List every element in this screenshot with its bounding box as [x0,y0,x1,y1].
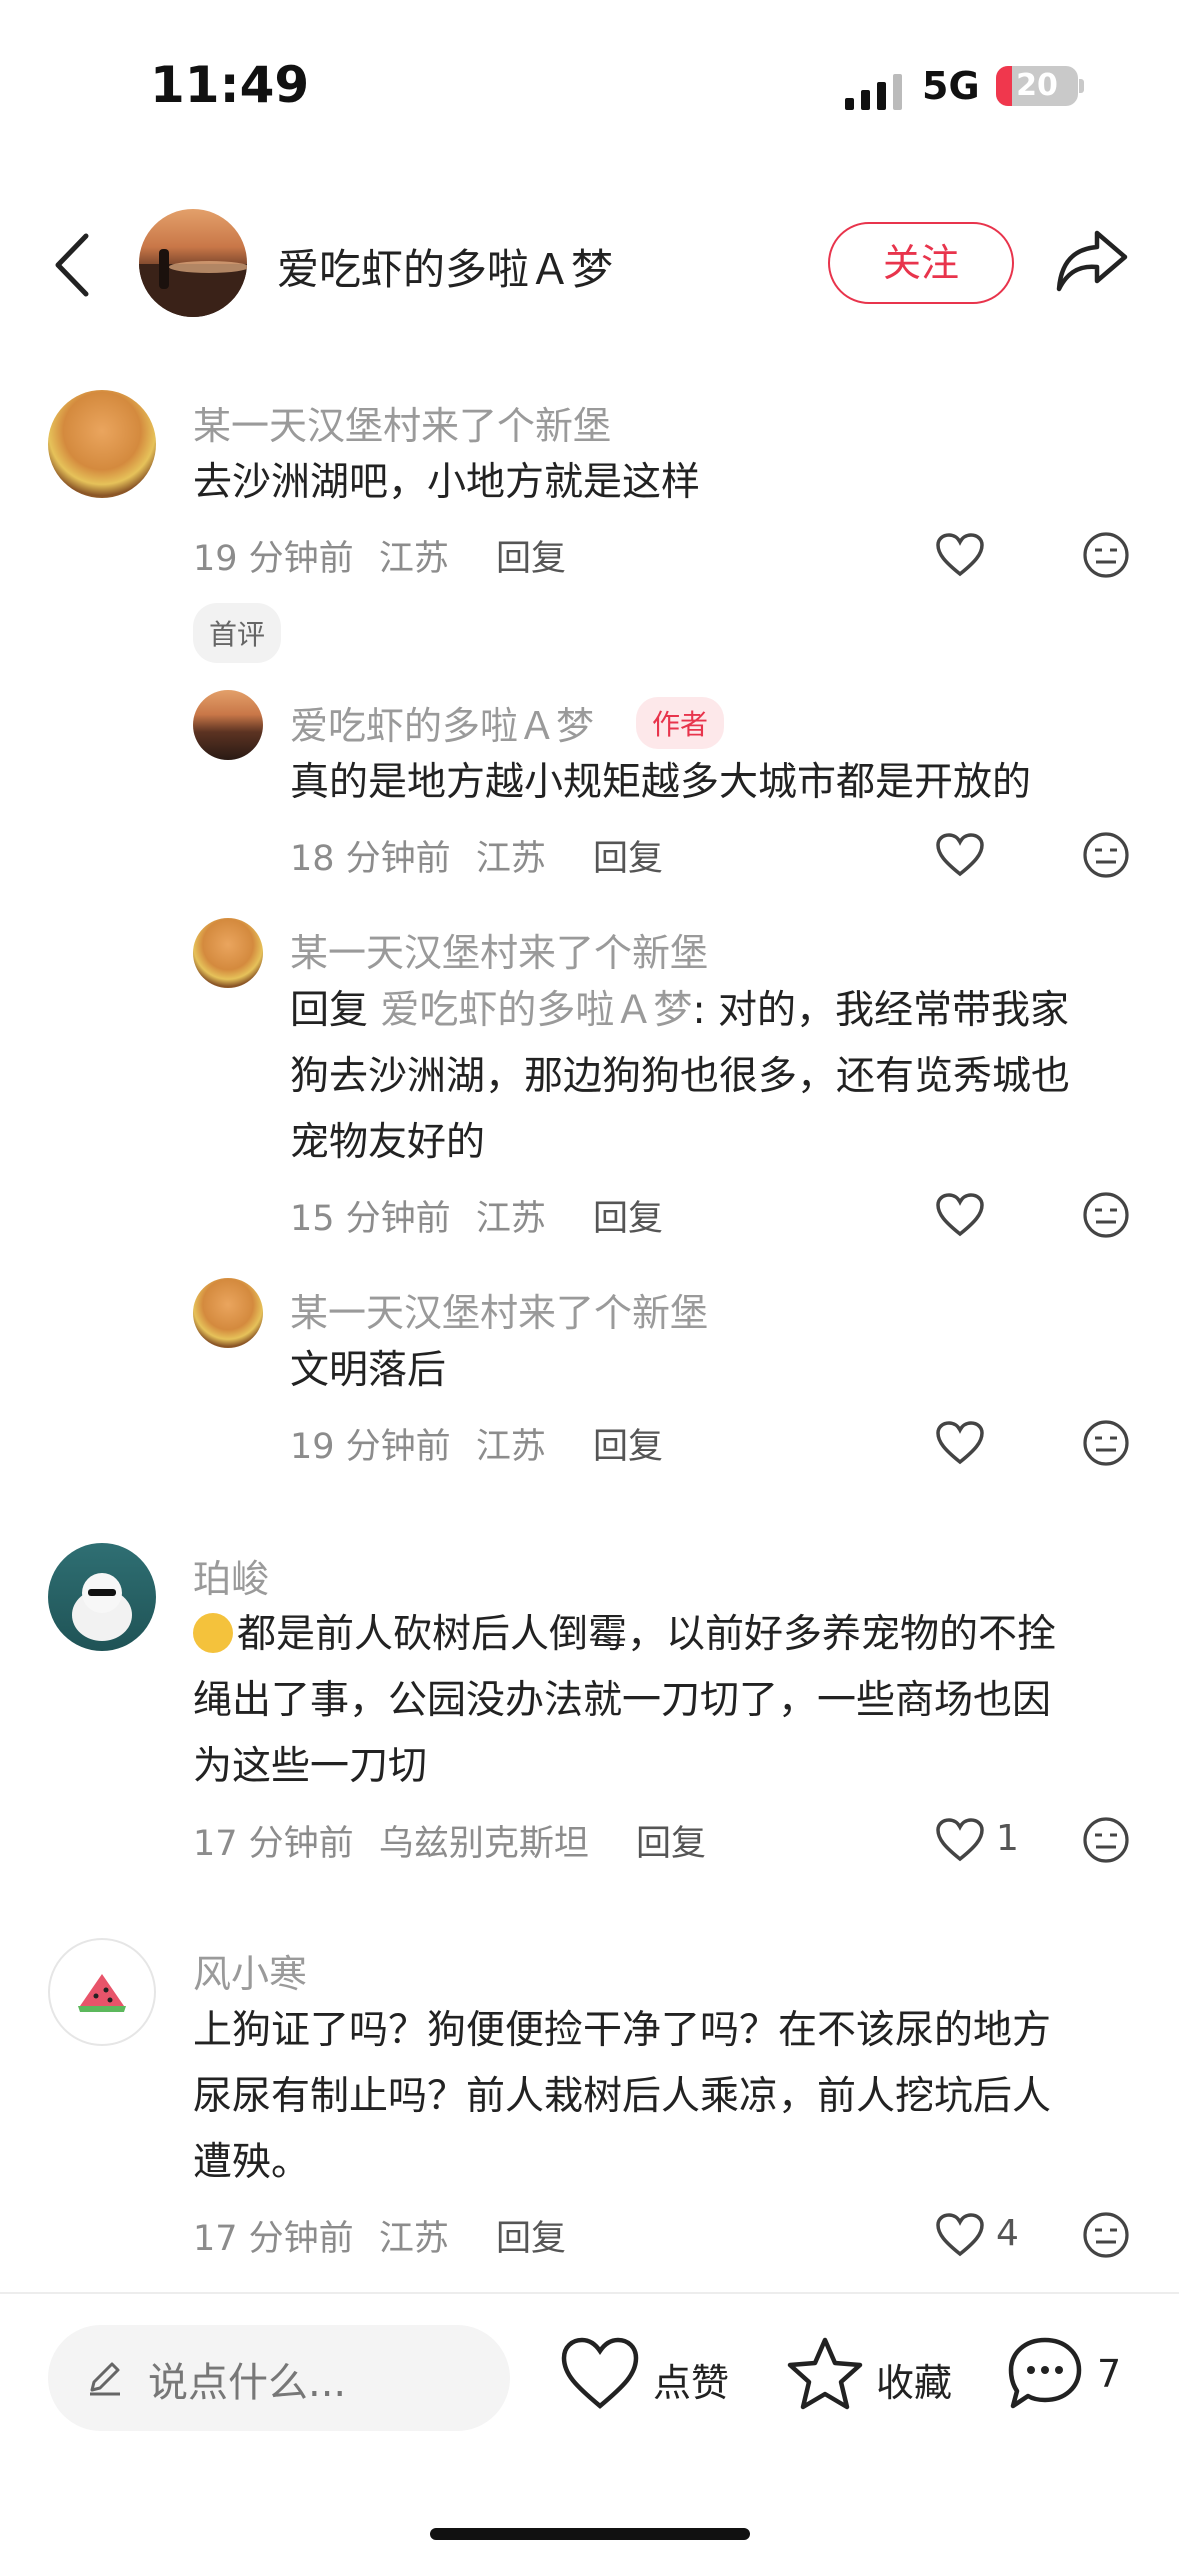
reply-meta: 15 分钟前 江苏 回复 [290,1190,663,1241]
comment-count[interactable]: 7 [1097,2352,1121,2396]
commenter-avatar[interactable] [48,1938,156,2046]
heart-icon[interactable] [935,1420,985,1466]
author-tag: 作者 [636,697,725,749]
meh-face-icon[interactable] [1082,1816,1130,1864]
reply-button[interactable]: 回复 [593,1427,663,1467]
meh-face-icon[interactable] [1082,2211,1130,2259]
meh-face-icon[interactable] [1082,831,1130,879]
reply-username[interactable]: 某一天汉堡村来了个新堡 [290,922,708,977]
comment-username[interactable]: 珀峻 [193,1548,269,1603]
reply-text-line: 狗去沙洲湖，那边狗狗也很多，还有览秀城也 [290,1054,1071,1099]
comment-text-line: 上狗证了吗？狗便便捡干净了吗？在不该尿的地方 [193,2008,1052,2053]
heart-icon[interactable] [935,1817,985,1863]
star-icon[interactable] [785,2334,865,2414]
reply-button[interactable]: 回复 [593,839,663,879]
comment-username[interactable]: 某一天汉堡村来了个新堡 [193,395,611,450]
commenter-avatar[interactable] [48,1543,156,1651]
reply-avatar[interactable] [193,690,263,760]
like-heart-icon[interactable] [560,2336,640,2412]
comment-bubble-icon[interactable] [1005,2334,1085,2414]
reply-button[interactable]: 回复 [636,1824,706,1864]
reply-button[interactable]: 回复 [496,539,566,579]
reply-text: 真的是地方越小规矩越多大城市都是开放的 [290,760,1032,805]
home-indicator[interactable] [430,2528,750,2540]
heart-icon[interactable] [935,2212,985,2258]
comment-time: 19 分钟前 [193,539,354,579]
meh-face-icon[interactable] [1082,1419,1130,1467]
comment-meta: 19 分钟前 江苏 回复 [193,530,566,581]
reply-location: 江苏 [475,1199,546,1239]
follow-button[interactable]: 关注 [828,222,1014,304]
heart-icon[interactable] [935,532,985,578]
reply-time: 18 分钟前 [290,839,451,879]
battery-tip [1079,79,1084,93]
reply-username[interactable]: 爱吃虾的多啦Ａ梦 [290,695,594,750]
network-type: 5G [922,64,980,108]
heart-icon[interactable] [935,832,985,878]
comment-username[interactable]: 风小寒 [193,1943,307,1998]
reply-username[interactable]: 某一天汉堡村来了个新堡 [290,1282,708,1337]
comment-meta: 17 分钟前 乌兹别克斯坦 回复 [193,1815,706,1866]
comment-location: 江苏 [378,539,449,579]
reply-prefix: 回复 [290,988,369,1033]
like-count: 4 [996,2213,1019,2254]
reply-location: 江苏 [475,1427,546,1467]
reply-to-user[interactable]: 爱吃虾的多啦Ａ梦 [380,988,692,1033]
comment-text: 上狗证了吗？狗便便捡干净了吗？在不该尿的地方 尿尿有制止吗？前人栽树后人乘凉，前… [193,1998,1153,2196]
battery-indicator: 20 [996,66,1078,106]
heart-icon[interactable] [935,1192,985,1238]
back-chevron-icon[interactable] [50,230,94,300]
reply-meta: 19 分钟前 江苏 回复 [290,1418,663,1469]
author-avatar[interactable] [139,209,247,317]
meh-face-icon[interactable] [1082,1191,1130,1239]
comment-location: 乌兹别克斯坦 [378,1824,589,1864]
comment-time: 17 分钟前 [193,2219,354,2259]
status-time: 11:49 [150,56,310,114]
comment-text: 都是前人砍树后人倒霉，以前好多养宠物的不拴 绳出了事，公园没办法就一刀切了，一些… [193,1602,1153,1800]
reply-button[interactable]: 回复 [496,2219,566,2259]
reply-text-part: 对的，我经常带我家 [717,988,1069,1033]
comment-location: 江苏 [378,2219,449,2259]
signal-icon [845,74,902,110]
comment-text-line: 为这些一刀切 [193,1744,428,1789]
collect-label[interactable]: 收藏 [876,2352,952,2407]
reply-time: 19 分钟前 [290,1427,451,1467]
reply-avatar[interactable] [193,1278,263,1348]
like-label[interactable]: 点赞 [653,2352,729,2407]
bottom-divider [0,2292,1179,2294]
comment-input-placeholder[interactable]: 说点什么... [148,2350,346,2408]
reply-text: 回复 爱吃虾的多啦Ａ梦: 对的，我经常带我家 狗去沙洲湖，那边狗狗也很多，还有览… [290,978,1150,1176]
first-comment-tag: 首评 [193,603,282,663]
pencil-icon [90,2362,120,2396]
reply-location: 江苏 [475,839,546,879]
comment-text-line: 绳出了事，公园没办法就一刀切了，一些商场也因 [193,1678,1052,1723]
comment-text: 去沙洲湖吧，小地方就是这样 [193,460,701,505]
reply-meta: 18 分钟前 江苏 回复 [290,830,663,881]
commenter-avatar[interactable] [48,390,156,498]
reply-text-line: 宠物友好的 [290,1120,486,1165]
reply-time: 15 分钟前 [290,1199,451,1239]
battery-level: 20 [1016,68,1058,103]
comment-meta: 17 分钟前 江苏 回复 [193,2210,566,2261]
comment-time: 17 分钟前 [193,1824,354,1864]
share-icon[interactable] [1055,225,1130,295]
comment-text-line: 遭殃。 [193,2140,311,2185]
reply-button[interactable]: 回复 [593,1199,663,1239]
reply-text: 文明落后 [290,1348,447,1393]
reply-text-line: 回复 爱吃虾的多啦Ａ梦: 对的，我经常带我家 [290,988,1069,1033]
comment-text-line: 尿尿有制止吗？前人栽树后人乘凉，前人挖坑后人 [193,2074,1052,2119]
comment-text-line: 都是前人砍树后人倒霉，以前好多养宠物的不拴 [193,1602,1153,1668]
author-name[interactable]: 爱吃虾的多啦Ａ梦 [277,236,613,297]
emoji-sticker-icon [193,1613,233,1653]
comment-text-part: 都是前人砍树后人倒霉，以前好多养宠物的不拴 [237,1612,1057,1657]
reply-avatar[interactable] [193,918,263,988]
like-count: 1 [996,1818,1019,1859]
meh-face-icon[interactable] [1082,531,1130,579]
